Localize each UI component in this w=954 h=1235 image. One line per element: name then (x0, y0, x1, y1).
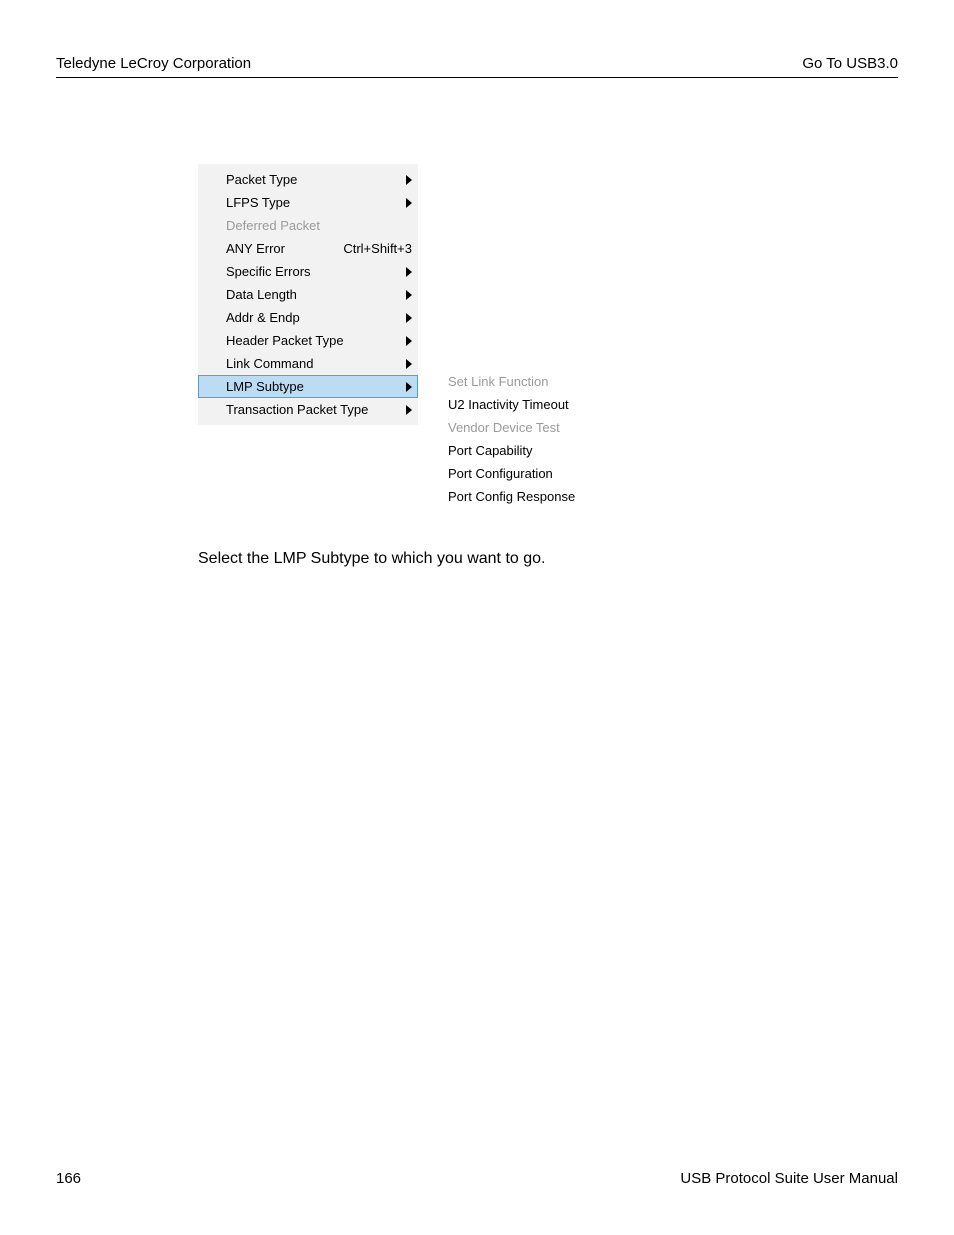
chevron-right-icon (406, 405, 412, 415)
submenu-label: Port Configuration (448, 466, 553, 481)
menu-label: Addr & Endp (226, 310, 300, 325)
menu-item-transaction-packet-type[interactable]: Transaction Packet Type (198, 398, 418, 421)
menu-item-any-error[interactable]: ANY Error Ctrl+Shift+3 (198, 237, 418, 260)
submenu-item-port-capability[interactable]: Port Capability (440, 439, 630, 462)
menu-label: Packet Type (226, 172, 297, 187)
menu-label: LMP Subtype (226, 379, 304, 394)
main-context-menu: Packet Type LFPS Type Deferred Packet AN… (198, 164, 418, 425)
chevron-right-icon (406, 382, 412, 392)
chevron-right-icon (406, 290, 412, 300)
menu-item-lmp-subtype[interactable]: LMP Subtype (198, 375, 418, 398)
submenu-label: Port Capability (448, 443, 533, 458)
menu-label: Specific Errors (226, 264, 311, 279)
submenu-item-port-config-response[interactable]: Port Config Response (440, 485, 630, 508)
menu-area: Packet Type LFPS Type Deferred Packet AN… (198, 164, 630, 510)
chevron-right-icon (406, 198, 412, 208)
manual-title: USB Protocol Suite User Manual (680, 1170, 898, 1187)
chevron-right-icon (406, 267, 412, 277)
menu-label: Header Packet Type (226, 333, 344, 348)
menu-item-link-command[interactable]: Link Command (198, 352, 418, 375)
submenu-label: Port Config Response (448, 489, 575, 504)
menu-item-specific-errors[interactable]: Specific Errors (198, 260, 418, 283)
submenu-item-port-configuration[interactable]: Port Configuration (440, 462, 630, 485)
menu-label: ANY Error (226, 241, 285, 256)
menu-item-packet-type[interactable]: Packet Type (198, 168, 418, 191)
header-left: Teledyne LeCroy Corporation (56, 55, 251, 72)
chevron-right-icon (406, 359, 412, 369)
page-footer: 166 USB Protocol Suite User Manual (56, 1170, 898, 1187)
menu-item-header-packet-type[interactable]: Header Packet Type (198, 329, 418, 352)
menu-label: Deferred Packet (226, 218, 320, 233)
menu-label: LFPS Type (226, 195, 290, 210)
header-right: Go To USB3.0 (802, 55, 898, 72)
instruction-text: Select the LMP Subtype to which you want… (198, 550, 545, 568)
menu-item-data-length[interactable]: Data Length (198, 283, 418, 306)
chevron-right-icon (406, 313, 412, 323)
submenu-item-set-link-function: Set Link Function (440, 370, 630, 393)
menu-label: Link Command (226, 356, 313, 371)
page-number: 166 (56, 1170, 81, 1187)
submenu-item-u2-inactivity-timeout[interactable]: U2 Inactivity Timeout (440, 393, 630, 416)
submenu-label: Vendor Device Test (448, 420, 560, 435)
menu-label: Transaction Packet Type (226, 402, 368, 417)
menu-shortcut: Ctrl+Shift+3 (343, 241, 412, 256)
menu-item-lfps-type[interactable]: LFPS Type (198, 191, 418, 214)
menu-item-addr-endp[interactable]: Addr & Endp (198, 306, 418, 329)
menu-item-deferred-packet: Deferred Packet (198, 214, 418, 237)
submenu-label: Set Link Function (448, 374, 548, 389)
lmp-subtype-submenu: Set Link Function U2 Inactivity Timeout … (440, 368, 630, 510)
submenu-label: U2 Inactivity Timeout (448, 397, 569, 412)
chevron-right-icon (406, 336, 412, 346)
chevron-right-icon (406, 175, 412, 185)
page-header: Teledyne LeCroy Corporation Go To USB3.0 (56, 55, 898, 78)
menu-label: Data Length (226, 287, 297, 302)
submenu-item-vendor-device-test: Vendor Device Test (440, 416, 630, 439)
